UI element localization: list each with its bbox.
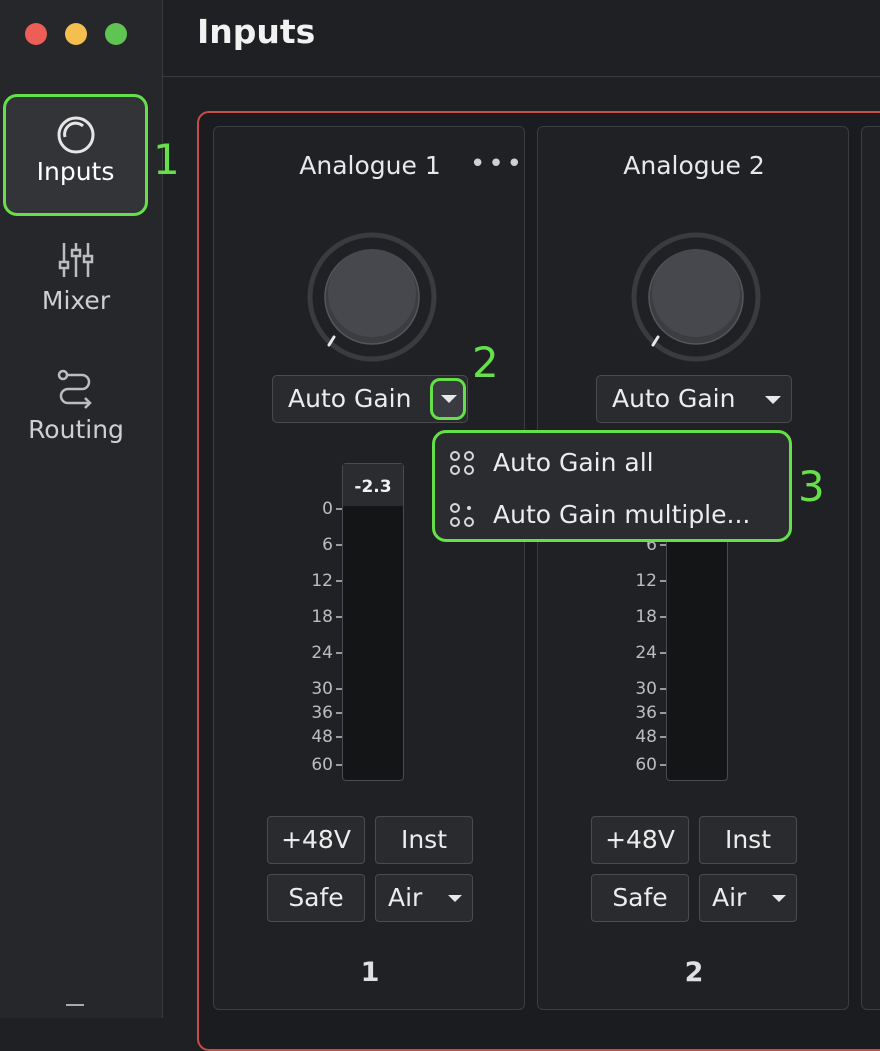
callout-1: 1 [153, 135, 180, 184]
channel-name: Analogue 2 [623, 151, 765, 180]
auto-gain-menu: Auto Gain all Auto Gain multiple... [432, 430, 792, 542]
menu-item-label: Auto Gain all [493, 448, 654, 477]
air-label: Air [388, 883, 423, 912]
meter-tick: 30 [635, 679, 666, 699]
header: Inputs [163, 0, 880, 77]
sidebar-item-routing[interactable]: Routing [0, 367, 152, 444]
inst-button[interactable]: Inst [699, 816, 797, 864]
meter-tick: 24 [635, 643, 666, 663]
meter-tick: 48 [311, 727, 342, 747]
chevron-down-icon [441, 395, 457, 403]
callout-2: 2 [472, 338, 499, 387]
air-select[interactable]: Air [699, 874, 797, 922]
gain-knob[interactable] [306, 231, 438, 363]
meter-tick: 60 [635, 755, 666, 775]
gain-mode-select[interactable]: Auto Gain [272, 375, 468, 423]
gain-mode-dropdown-button[interactable] [430, 378, 466, 420]
safe-button[interactable]: Safe [591, 874, 689, 922]
sidebar-item-mixer[interactable]: Mixer [0, 240, 152, 315]
level-meter: -2.3 [342, 463, 404, 781]
sidebar-item-label: Inputs [36, 157, 115, 186]
callout-3: 3 [798, 462, 825, 511]
chevron-down-icon [765, 396, 781, 404]
channel-number: 1 [360, 957, 380, 988]
channel-strip-3 [861, 126, 880, 1010]
sidebar-handle[interactable] [66, 1004, 84, 1006]
channel-strip-1: Analogue 1 ••• Auto Gain 0 6 12 18 24 30… [213, 126, 525, 1010]
air-select[interactable]: Air [375, 874, 473, 922]
partial-dots-icon [450, 503, 474, 527]
air-label: Air [712, 883, 747, 912]
meter-tick: 36 [635, 703, 666, 723]
four-dots-icon [450, 451, 474, 475]
channel-number: 2 [684, 957, 704, 988]
sidebar-item-inputs[interactable]: Inputs [3, 94, 148, 216]
safe-button[interactable]: Safe [267, 874, 365, 922]
meter-tick: 36 [311, 703, 342, 723]
close-window-button[interactable] [25, 23, 47, 45]
sidebar: Inputs Mixer Routing [0, 0, 163, 1018]
gain-mode-label: Auto Gain [612, 384, 736, 413]
meter-peak-value: -2.3 [343, 464, 403, 506]
gain-mode-label: Auto Gain [288, 384, 412, 413]
meter-tick: 12 [311, 571, 342, 591]
gain-knob[interactable] [630, 231, 762, 363]
menu-item-auto-gain-multiple[interactable]: Auto Gain multiple... [435, 490, 789, 540]
sidebar-item-label: Routing [28, 415, 124, 444]
meter-scale: 0 6 12 18 24 30 36 48 60 [286, 463, 342, 781]
chevron-down-icon [448, 895, 462, 902]
phantom-power-button[interactable]: +48V [591, 816, 689, 864]
inputs-ring-icon [57, 116, 94, 154]
meter-tick: 12 [635, 571, 666, 591]
sidebar-item-label: Mixer [41, 286, 111, 315]
inst-button[interactable]: Inst [375, 816, 473, 864]
more-options-icon[interactable]: ••• [470, 149, 525, 179]
meter-tick: 18 [311, 607, 342, 627]
routing-icon [57, 369, 92, 409]
channel-strip-2: Analogue 2 Auto Gain 6 12 18 24 30 36 48… [537, 126, 849, 1010]
meter-tick: 6 [322, 535, 342, 555]
zoom-window-button[interactable] [105, 23, 127, 45]
phantom-power-button[interactable]: +48V [267, 816, 365, 864]
meter-tick: 48 [635, 727, 666, 747]
gain-mode-select[interactable]: Auto Gain [596, 375, 792, 423]
meter-tick: 30 [311, 679, 342, 699]
menu-item-label: Auto Gain multiple... [493, 500, 751, 529]
page-title: Inputs [197, 12, 316, 51]
meter-tick: 24 [311, 643, 342, 663]
menu-item-auto-gain-all[interactable]: Auto Gain all [435, 438, 789, 488]
meter-tick: 60 [311, 755, 342, 775]
minimize-window-button[interactable] [65, 23, 87, 45]
mixer-sliders-icon [58, 243, 94, 277]
chevron-down-icon [772, 895, 786, 902]
meter-tick: 18 [635, 607, 666, 627]
meter-tick: 0 [322, 499, 342, 519]
